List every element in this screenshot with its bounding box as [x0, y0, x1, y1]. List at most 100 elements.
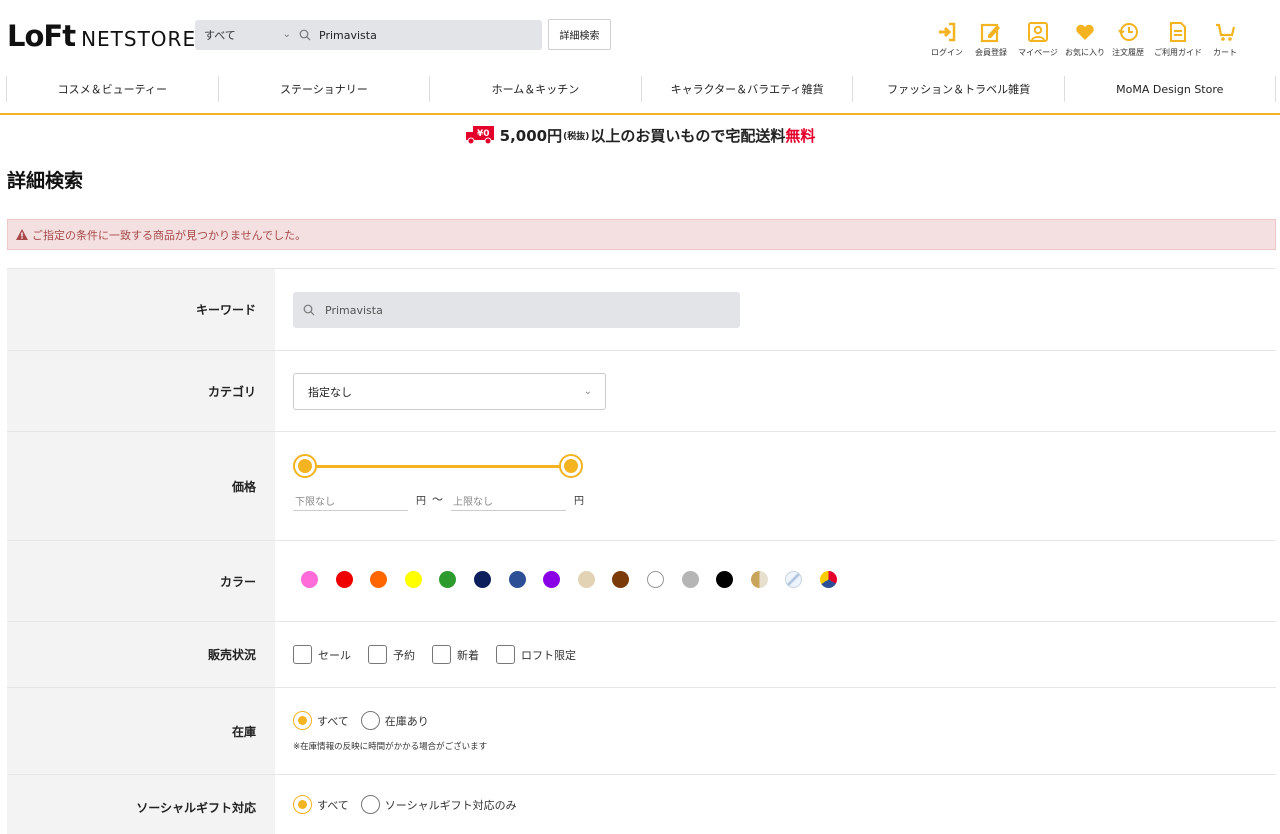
color-swatch[interactable] [819, 571, 837, 588]
price-slider-max-handle[interactable] [559, 454, 583, 478]
status-sale-checkbox[interactable]: セール [293, 645, 351, 664]
social-gift-row: ソーシャルギフト対応 すべて ソーシャルギフト対応のみ [7, 774, 1276, 834]
status-sale-label: セール [318, 648, 351, 662]
color-swatches [301, 571, 855, 588]
color-swatch[interactable] [473, 571, 491, 588]
yen-label: 円 [574, 496, 584, 507]
keyword-value: Primavista [325, 303, 383, 317]
category-value: 指定なし [308, 385, 352, 399]
alert-text: ご指定の条件に一致する商品が見つかりませんでした。 [32, 228, 307, 242]
social-gift-only-radio[interactable]: ソーシャルギフト対応のみ [360, 795, 517, 814]
color-swatch[interactable] [543, 571, 561, 588]
social-gift-all-label: すべて [317, 798, 349, 812]
register-link[interactable]: 会員登録 [969, 20, 1013, 58]
color-swatch[interactable] [646, 571, 664, 588]
logo-mark: LoFt [7, 19, 76, 53]
price-slider[interactable] [293, 454, 583, 478]
favorite-link[interactable]: お気に入り [1063, 20, 1107, 58]
price-slider-min-handle[interactable] [293, 454, 317, 478]
color-swatch[interactable] [750, 571, 768, 588]
svg-text:¥0: ¥0 [477, 129, 490, 139]
price-max-input[interactable]: 上限なし [451, 490, 566, 511]
social-gift-label: ソーシャルギフト対応 [7, 775, 275, 834]
status-checkboxes: セール 予約 新着 ロフト限定 [293, 645, 593, 664]
mypage-link[interactable]: マイページ [1013, 20, 1063, 58]
nav-item-moma[interactable]: MoMA Design Store [1063, 76, 1276, 102]
search-category-value: すべて [204, 29, 236, 42]
keyword-input[interactable]: Primavista [293, 292, 740, 328]
banner-free: 無料 [785, 126, 816, 145]
status-label: 販売状況 [7, 622, 275, 687]
social-gift-radios: すべて ソーシャルギフト対応のみ [293, 795, 529, 814]
color-swatch[interactable] [439, 571, 457, 588]
color-swatch[interactable] [681, 571, 699, 588]
stock-all-radio[interactable]: すべて [293, 711, 349, 730]
social-gift-only-label: ソーシャルギフト対応のみ [384, 798, 517, 812]
login-link[interactable]: ログイン [925, 20, 969, 58]
nav-item-cosme[interactable]: コスメ＆ビューティー [6, 76, 218, 102]
chevron-down-icon: ⌄ [583, 386, 592, 397]
search-category-select[interactable]: すべて ⌄ [195, 20, 299, 50]
register-label: 会員登録 [975, 48, 1007, 57]
register-icon [980, 23, 1000, 43]
guide-link[interactable]: ご利用ガイド [1149, 20, 1207, 58]
price-min-input[interactable]: 下限なし [293, 490, 408, 511]
order-history-icon [1118, 23, 1138, 41]
checkbox-box[interactable] [432, 645, 451, 664]
logo-text: NETSTORE [81, 27, 197, 51]
color-swatch[interactable] [404, 571, 422, 588]
color-swatch[interactable] [716, 571, 734, 588]
search-input-value: Primavista [319, 28, 377, 42]
price-slider-track [304, 465, 572, 468]
price-label: 価格 [7, 432, 275, 540]
nav-item-fashion[interactable]: ファッション＆トラベル雑貨 [852, 76, 1064, 102]
stock-row: 在庫 すべて 在庫あり ※在庫情報の反映に時間がかかる場合がございます [7, 687, 1276, 774]
stock-all-label: すべて [317, 714, 349, 728]
radio-circle[interactable] [293, 795, 312, 814]
truck-icon: ¥0 [465, 126, 494, 145]
login-label: ログイン [931, 48, 963, 57]
color-swatch[interactable] [335, 571, 353, 588]
color-swatch[interactable] [370, 571, 388, 588]
stock-available-radio[interactable]: 在庫あり [360, 711, 429, 730]
banner-tax: (税抜) [563, 131, 590, 142]
nav-item-character[interactable]: キャラクター＆バラエティ雑貨 [640, 76, 853, 102]
color-swatch[interactable] [508, 571, 526, 588]
chevron-down-icon: ⌄ [282, 29, 291, 40]
shipping-banner[interactable]: ¥0 5,000円 (税抜) 以上のお買いもので宅配送料 無料 [0, 124, 1280, 146]
color-label: カラー [7, 541, 275, 621]
cart-icon [1216, 23, 1236, 41]
radio-circle[interactable] [293, 711, 312, 730]
checkbox-box[interactable] [293, 645, 312, 664]
nav-item-stationery[interactable]: ステーショナリー [217, 76, 430, 102]
stock-label: 在庫 [7, 688, 275, 774]
status-limited-checkbox[interactable]: ロフト限定 [496, 645, 576, 664]
mypage-label: マイページ [1018, 48, 1058, 57]
advanced-search-form: キーワード Primavista カテゴリ 指定なし ⌄ 価格 下限なし 円 ～… [7, 268, 1276, 834]
status-new-checkbox[interactable]: 新着 [432, 645, 479, 664]
color-swatch[interactable] [577, 571, 595, 588]
site-logo[interactable]: LoFt NETSTORE [7, 22, 196, 51]
radio-circle[interactable] [360, 795, 380, 814]
cart-link[interactable]: カート [1207, 20, 1243, 58]
color-swatch[interactable] [612, 571, 630, 588]
yen-label: 円 [416, 496, 426, 507]
nav-item-home-kitchen[interactable]: ホーム＆キッチン [429, 76, 641, 102]
color-swatch[interactable] [301, 571, 318, 588]
banner-amount: 5,000円 [499, 126, 563, 145]
advanced-search-button[interactable]: 詳細検索 [548, 19, 611, 50]
checkbox-box[interactable] [496, 645, 515, 664]
category-select[interactable]: 指定なし ⌄ [293, 373, 606, 410]
radio-circle[interactable] [360, 711, 380, 730]
order-history-label: 注文履歴 [1112, 48, 1144, 57]
checkbox-box[interactable] [368, 645, 387, 664]
order-history-link[interactable]: 注文履歴 [1107, 20, 1149, 58]
category-label: カテゴリ [7, 351, 275, 431]
search-input[interactable]: Primavista [299, 20, 542, 50]
status-preorder-checkbox[interactable]: 予約 [368, 645, 415, 664]
color-swatch[interactable] [785, 571, 803, 588]
price-inputs: 下限なし 円 ～ 上限なし 円 [293, 490, 590, 511]
range-tilde: ～ [432, 493, 443, 506]
favorite-label: お気に入り [1065, 48, 1105, 57]
social-gift-all-radio[interactable]: すべて [293, 795, 349, 814]
